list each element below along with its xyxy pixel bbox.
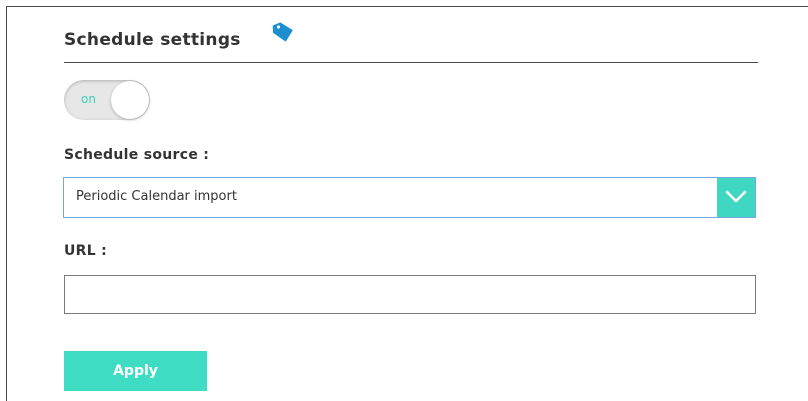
schedule-source-label: Schedule source : — [64, 147, 210, 163]
tag-icon[interactable] — [271, 20, 295, 44]
schedule-toggle[interactable]: on — [64, 80, 150, 120]
url-label: URL : — [64, 243, 108, 259]
apply-button[interactable]: Apply — [64, 351, 207, 391]
toggle-knob[interactable] — [111, 81, 149, 119]
section-title: Schedule settings — [64, 30, 241, 50]
toggle-state-label: on — [81, 92, 96, 106]
chevron-down-icon — [725, 190, 747, 203]
url-input[interactable] — [64, 275, 756, 314]
dropdown-button[interactable] — [717, 178, 755, 217]
schedule-source-selected-value: Periodic Calendar import — [76, 189, 237, 204]
schedule-source-select[interactable]: Periodic Calendar import — [63, 177, 756, 218]
section-header: Schedule settings — [64, 20, 758, 63]
